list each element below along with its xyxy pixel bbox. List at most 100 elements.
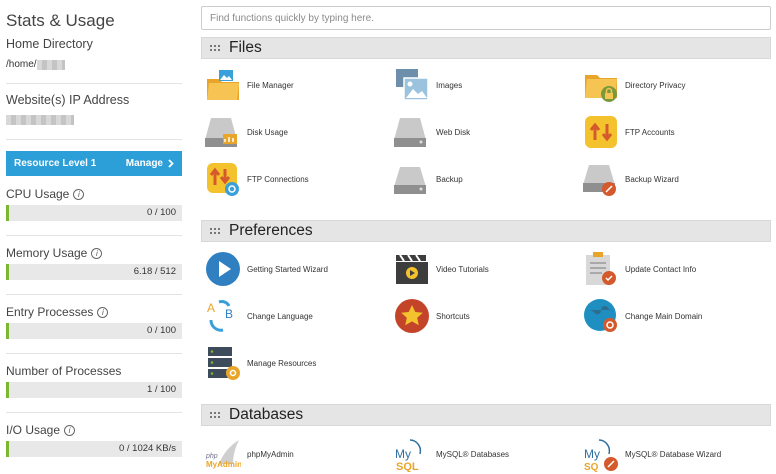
item-label: Backup Wizard bbox=[625, 174, 679, 184]
getting-started-wizard-link[interactable]: Getting Started Wizard bbox=[205, 251, 328, 287]
backup-wizard-icon bbox=[583, 165, 616, 196]
item-label: Update Contact Info bbox=[625, 264, 697, 274]
clapperboard-icon bbox=[396, 254, 428, 284]
folder-lock-icon bbox=[585, 75, 617, 102]
svg-text:My: My bbox=[584, 447, 600, 461]
item-label: FTP Accounts bbox=[625, 127, 675, 137]
cpu-usage-value: 0 / 100 bbox=[146, 207, 176, 218]
item-label: MySQL® Database Wizard bbox=[625, 449, 722, 459]
images-icon bbox=[396, 69, 429, 101]
item-label: Directory Privacy bbox=[625, 80, 686, 90]
memory-usage-value: 6.18 / 512 bbox=[133, 266, 176, 277]
databases-section-header[interactable]: Databases bbox=[201, 404, 771, 426]
io-usage-text: I/O Usage bbox=[6, 423, 61, 437]
ip-address-label: Website(s) IP Address bbox=[6, 93, 130, 107]
item-label: Images bbox=[436, 80, 463, 90]
item-label: MySQL® Databases bbox=[436, 449, 510, 459]
usage-fill bbox=[6, 205, 9, 221]
item-label: Backup bbox=[436, 174, 463, 184]
mysql-logo-icon: My SQL bbox=[395, 439, 422, 472]
entry-processes-text: Entry Processes bbox=[6, 305, 94, 319]
usage-fill bbox=[6, 264, 9, 280]
star-icon bbox=[395, 299, 429, 333]
svg-text:My: My bbox=[395, 447, 411, 461]
number-of-processes-value: 1 / 100 bbox=[146, 384, 176, 395]
home-directory-path: /home/ bbox=[6, 59, 37, 70]
video-tutorials-link[interactable]: Video Tutorials bbox=[394, 251, 489, 287]
item-label: Video Tutorials bbox=[436, 264, 489, 274]
directory-privacy-link[interactable]: Directory Privacy bbox=[583, 67, 685, 103]
info-icon[interactable]: i bbox=[97, 306, 109, 318]
section-title: Preferences bbox=[229, 222, 313, 239]
svg-text:php: php bbox=[205, 453, 218, 460]
mysql-databases-link[interactable]: My SQL MySQL® Databases bbox=[394, 436, 509, 472]
svg-text:B: B bbox=[225, 307, 233, 321]
redacted-username bbox=[36, 59, 65, 70]
item-label: Disk Usage bbox=[247, 127, 288, 137]
ftp-connections-icon bbox=[207, 163, 239, 196]
info-icon[interactable]: i bbox=[73, 188, 85, 200]
redacted-ip bbox=[6, 115, 74, 125]
usage-fill bbox=[6, 441, 9, 457]
update-contact-info-link[interactable]: Update Contact Info bbox=[583, 251, 696, 287]
io-usage-bar: 0 / 1024 KB/s bbox=[6, 441, 182, 457]
disk-usage-link[interactable]: Disk Usage bbox=[205, 114, 288, 150]
stats-sidebar: Stats & Usage Home Directory /home/ Webs… bbox=[0, 0, 182, 474]
info-icon[interactable]: i bbox=[91, 247, 103, 259]
memory-usage-text: Memory Usage bbox=[6, 246, 88, 260]
item-label: Change Main Domain bbox=[625, 311, 703, 321]
cpu-usage-text: CPU Usage bbox=[6, 187, 70, 201]
manage-resources-link[interactable]: Manage Resources bbox=[205, 345, 316, 381]
change-main-domain-link[interactable]: Change Main Domain bbox=[583, 298, 702, 334]
divider bbox=[6, 294, 182, 295]
language-icon: A B bbox=[207, 300, 233, 332]
svg-text:A: A bbox=[207, 301, 215, 315]
item-label: Shortcuts bbox=[436, 311, 470, 321]
files-section-header[interactable]: Files bbox=[201, 37, 771, 59]
divider bbox=[6, 353, 182, 354]
manage-resource-button[interactable]: Manage bbox=[126, 158, 174, 169]
disk-usage-icon bbox=[205, 118, 237, 147]
info-icon[interactable]: i bbox=[64, 424, 76, 436]
number-of-processes-bar: 1 / 100 bbox=[6, 382, 182, 398]
item-label: Getting Started Wizard bbox=[247, 264, 328, 274]
cpu-usage-label: CPU Usage i bbox=[6, 187, 85, 201]
ftp-accounts-link[interactable]: FTP Accounts bbox=[583, 114, 675, 150]
backup-link[interactable]: Backup bbox=[394, 161, 463, 197]
entry-processes-bar: 0 / 100 bbox=[6, 323, 182, 339]
resource-level-label: Resource Level 1 bbox=[14, 158, 97, 169]
number-of-processes-text: Number of Processes bbox=[6, 364, 122, 378]
mysql-wizard-icon: My SQ bbox=[584, 439, 618, 472]
resource-level-bar: Resource Level 1 Manage bbox=[6, 151, 182, 176]
item-label: Change Language bbox=[247, 311, 313, 321]
search-input[interactable] bbox=[201, 6, 771, 30]
home-directory-value: /home/ bbox=[6, 59, 65, 70]
server-icon bbox=[208, 347, 240, 380]
section-title: Databases bbox=[229, 406, 304, 423]
ftp-connections-link[interactable]: FTP Connections bbox=[205, 161, 309, 197]
mysql-database-wizard-link[interactable]: My SQ MySQL® Database Wizard bbox=[583, 436, 721, 472]
drag-handle-icon[interactable] bbox=[210, 228, 220, 234]
web-disk-link[interactable]: Web Disk bbox=[394, 114, 470, 150]
play-icon bbox=[206, 252, 240, 286]
phpmyadmin-link[interactable]: php MyAdmin phpMyAdmin bbox=[205, 436, 294, 472]
preferences-section-header[interactable]: Preferences bbox=[201, 220, 771, 242]
item-label: phpMyAdmin bbox=[247, 449, 294, 459]
home-directory-label: Home Directory bbox=[6, 37, 93, 51]
backup-wizard-link[interactable]: Backup Wizard bbox=[583, 161, 679, 197]
drag-handle-icon[interactable] bbox=[210, 412, 220, 418]
sidebar-title: Stats & Usage bbox=[6, 11, 115, 30]
images-link[interactable]: Images bbox=[394, 67, 462, 103]
item-label: FTP Connections bbox=[247, 174, 309, 184]
file-manager-link[interactable]: File Manager bbox=[205, 67, 294, 103]
web-disk-icon bbox=[394, 118, 426, 147]
drag-handle-icon[interactable] bbox=[210, 45, 220, 51]
shortcuts-link[interactable]: Shortcuts bbox=[394, 298, 470, 334]
change-language-link[interactable]: A B Change Language bbox=[205, 298, 313, 334]
entry-processes-label: Entry Processes i bbox=[6, 305, 109, 319]
phpmyadmin-logo-icon: php MyAdmin bbox=[205, 440, 241, 469]
item-label: File Manager bbox=[247, 80, 294, 90]
item-label: Manage Resources bbox=[247, 358, 317, 368]
memory-usage-bar: 6.18 / 512 bbox=[6, 264, 182, 280]
divider bbox=[6, 412, 182, 413]
